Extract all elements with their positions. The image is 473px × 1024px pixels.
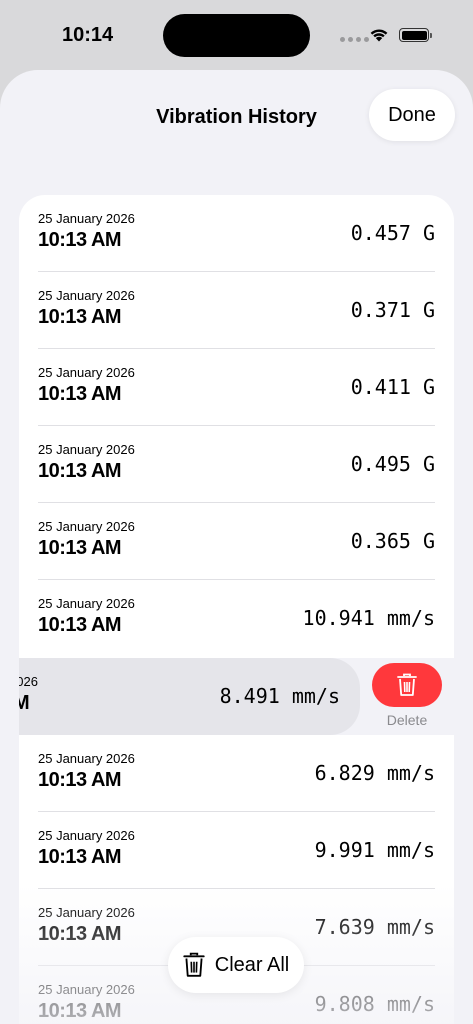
done-button[interactable]: Done: [369, 89, 455, 141]
row-date: 25 January 2026: [38, 442, 135, 457]
list-item[interactable]: 25 January 2026 10:13 AM 0.371 G: [19, 272, 454, 349]
row-date: 25 January 2026: [38, 828, 135, 843]
row-time: 10:13 AM: [38, 846, 122, 868]
row-value: 10.941 mm/s: [302, 606, 435, 630]
row-date: 2026: [19, 674, 38, 689]
status-time: 10:14: [62, 24, 114, 46]
row-time: M: [19, 692, 30, 714]
dynamic-island: [163, 14, 310, 57]
row-time: 10:13 AM: [38, 769, 122, 791]
cellular-signal-icon: [340, 37, 369, 42]
trash-icon: [183, 952, 205, 977]
list-item[interactable]: 25 January 2026 10:13 AM 9.991 mm/s: [19, 812, 454, 889]
row-value: 9.991 mm/s: [314, 838, 435, 862]
row-time: 10:13 AM: [38, 1000, 122, 1022]
wifi-icon: [370, 29, 388, 42]
trash-icon: [397, 673, 417, 696]
delete-label: Delete: [386, 712, 428, 728]
list-item[interactable]: 25 January 2026 10:13 AM 0.365 G: [19, 503, 454, 580]
row-value: 0.411 G: [350, 375, 435, 399]
list-item[interactable]: 25 January 2026 10:13 AM 0.457 G: [19, 195, 454, 272]
row-date: 25 January 2026: [38, 596, 135, 611]
row-value: 6.829 mm/s: [314, 761, 435, 785]
status-bar: 10:14: [0, 0, 473, 70]
row-date: 25 January 2026: [38, 288, 135, 303]
row-time: 10:13 AM: [38, 229, 122, 251]
row-date: 25 January 2026: [38, 211, 135, 226]
row-value: 0.457 G: [350, 221, 435, 245]
row-value: 9.808 mm/s: [314, 992, 435, 1016]
swiped-list-item[interactable]: 2026 M 8.491 mm/s: [19, 658, 360, 735]
row-value: 0.495 G: [350, 452, 435, 476]
clear-all-button[interactable]: Clear All: [168, 937, 304, 993]
row-date: 25 January 2026: [38, 365, 135, 380]
row-value: 0.371 G: [350, 298, 435, 322]
history-list: 25 January 2026 10:13 AM 0.457 G 25 Janu…: [19, 195, 454, 1024]
list-item[interactable]: 25 January 2026 10:13 AM 0.495 G: [19, 426, 454, 503]
row-time: 10:13 AM: [38, 306, 122, 328]
row-time: 10:13 AM: [38, 383, 122, 405]
row-date: 25 January 2026: [38, 982, 135, 997]
delete-button[interactable]: [372, 663, 442, 707]
list-item[interactable]: 25 January 2026 10:13 AM 10.941 mm/s: [19, 580, 454, 657]
row-time: 10:13 AM: [38, 614, 122, 636]
list-item[interactable]: 25 January 2026 10:13 AM 6.829 mm/s: [19, 735, 454, 812]
row-date: 25 January 2026: [38, 751, 135, 766]
row-time: 10:13 AM: [38, 460, 122, 482]
row-value: 0.365 G: [350, 529, 435, 553]
row-date: 25 January 2026: [38, 519, 135, 534]
row-value: 8.491 mm/s: [219, 684, 340, 708]
row-value: 7.639 mm/s: [314, 915, 435, 939]
row-time: 10:13 AM: [38, 537, 122, 559]
list-item[interactable]: 25 January 2026 10:13 AM 0.411 G: [19, 349, 454, 426]
row-date: 25 January 2026: [38, 905, 135, 920]
battery-icon: [399, 28, 432, 42]
history-sheet: Vibration History Done 25 January 2026 1…: [0, 70, 473, 1024]
row-time: 10:13 AM: [38, 923, 122, 945]
clear-all-label: Clear All: [214, 953, 290, 976]
